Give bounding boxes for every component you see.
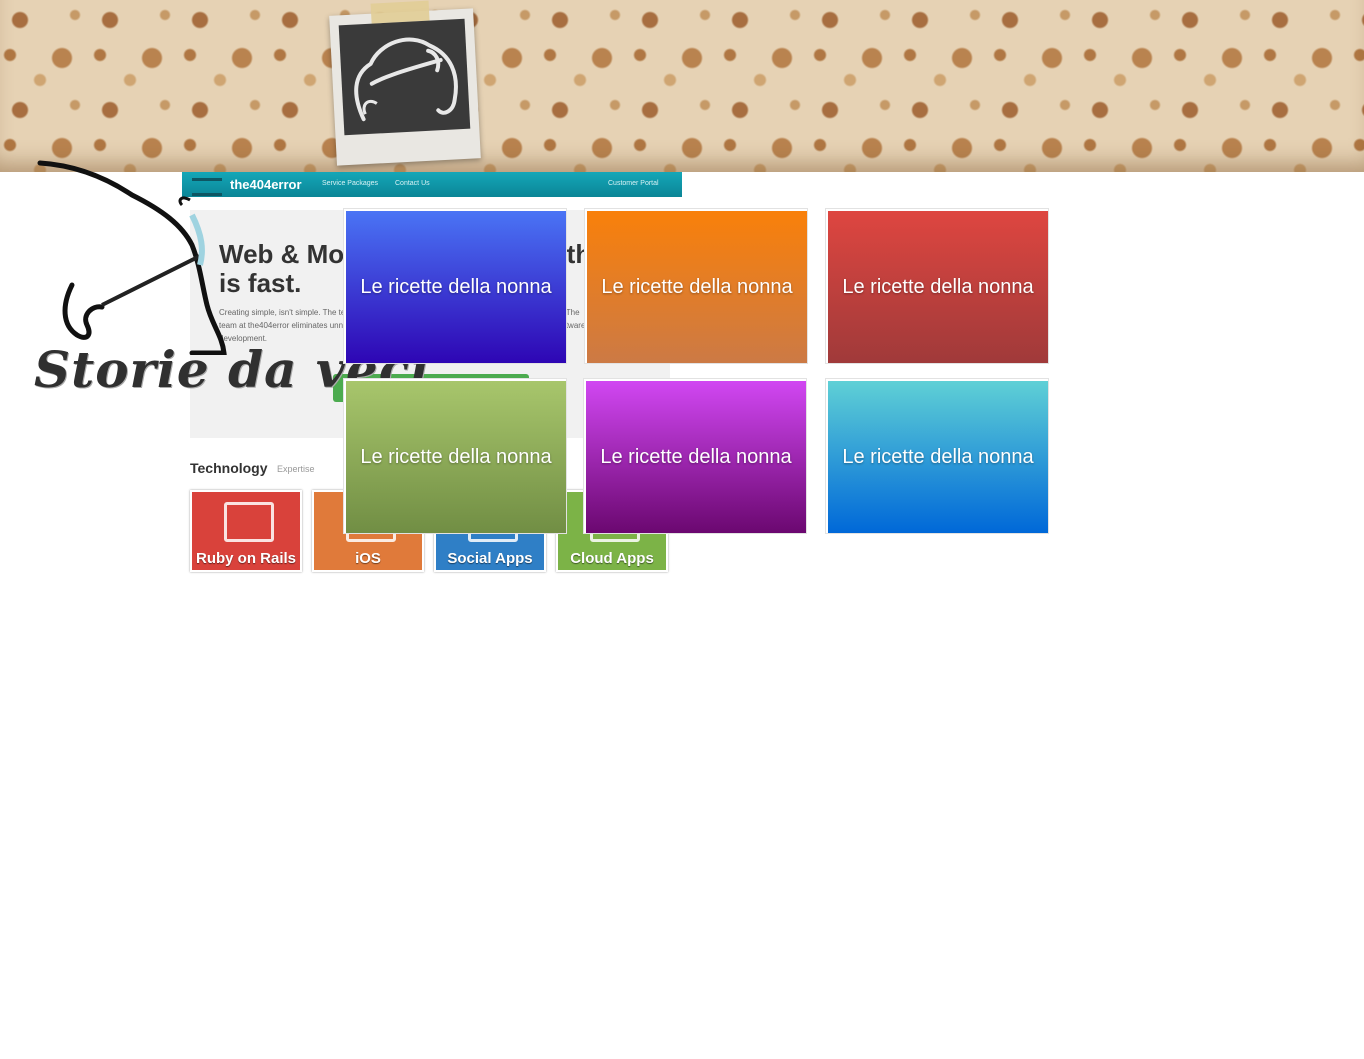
recipe-tile-blue[interactable]: Le ricette della nonna <box>346 211 566 363</box>
recipe-tile-label: Le ricette della nonna <box>842 445 1034 468</box>
old-man-drawing-icon <box>37 160 227 355</box>
tech-tile-label: Social Apps <box>447 550 533 567</box>
tech-tile-label: iOS <box>355 550 381 567</box>
recipe-tile-purple[interactable]: Le ricette della nonna <box>586 381 806 533</box>
recipe-tile-green[interactable]: Le ricette della nonna <box>346 381 566 533</box>
recipe-tile-label: Le ricette della nonna <box>601 275 793 298</box>
tile-frame: Le ricette della nonna <box>825 378 1049 534</box>
background-navbar: the404error Service Packages Contact Us … <box>182 172 682 197</box>
floral-header-banner <box>0 0 1364 172</box>
recipe-tile-label: Le ricette della nonna <box>360 445 552 468</box>
recipe-tile-label: Le ricette della nonna <box>360 275 552 298</box>
tile-frame: Le ricette della nonna <box>583 378 807 534</box>
technology-subheading: Expertise <box>277 464 315 474</box>
tile-frame: Le ricette della nonna <box>584 208 808 364</box>
tech-tile-label: Ruby on Rails <box>195 550 296 567</box>
nav-customer-portal: Customer Portal <box>608 180 659 187</box>
brand-name: the404error <box>230 177 302 192</box>
recipe-tile-label: Le ricette della nonna <box>600 445 792 468</box>
technology-heading: Technology <box>190 460 268 476</box>
polaroid-photo <box>338 18 471 136</box>
nav-service-packages: Service Packages <box>322 180 379 187</box>
tile-frame: Le ricette della nonna <box>343 378 567 534</box>
old-man-caricature-icon <box>354 37 458 122</box>
recipe-tile-red[interactable]: Le ricette della nonna <box>828 211 1048 363</box>
tile-frame: Le ricette della nonna <box>825 208 1049 364</box>
monitor-icon <box>224 502 274 542</box>
recipe-tile-cyan[interactable]: Le ricette della nonna <box>828 381 1048 533</box>
nav-contact-us: Contact Us <box>395 180 430 187</box>
recipe-tile-label: Le ricette della nonna <box>842 275 1034 298</box>
tile-frame: Le ricette della nonna <box>343 208 567 364</box>
recipe-tile-orange[interactable]: Le ricette della nonna <box>587 211 807 363</box>
tech-tile-ruby: Ruby on Rails <box>190 490 302 572</box>
tech-tile-label: Cloud Apps <box>570 550 654 567</box>
polaroid-logo[interactable] <box>329 0 481 166</box>
